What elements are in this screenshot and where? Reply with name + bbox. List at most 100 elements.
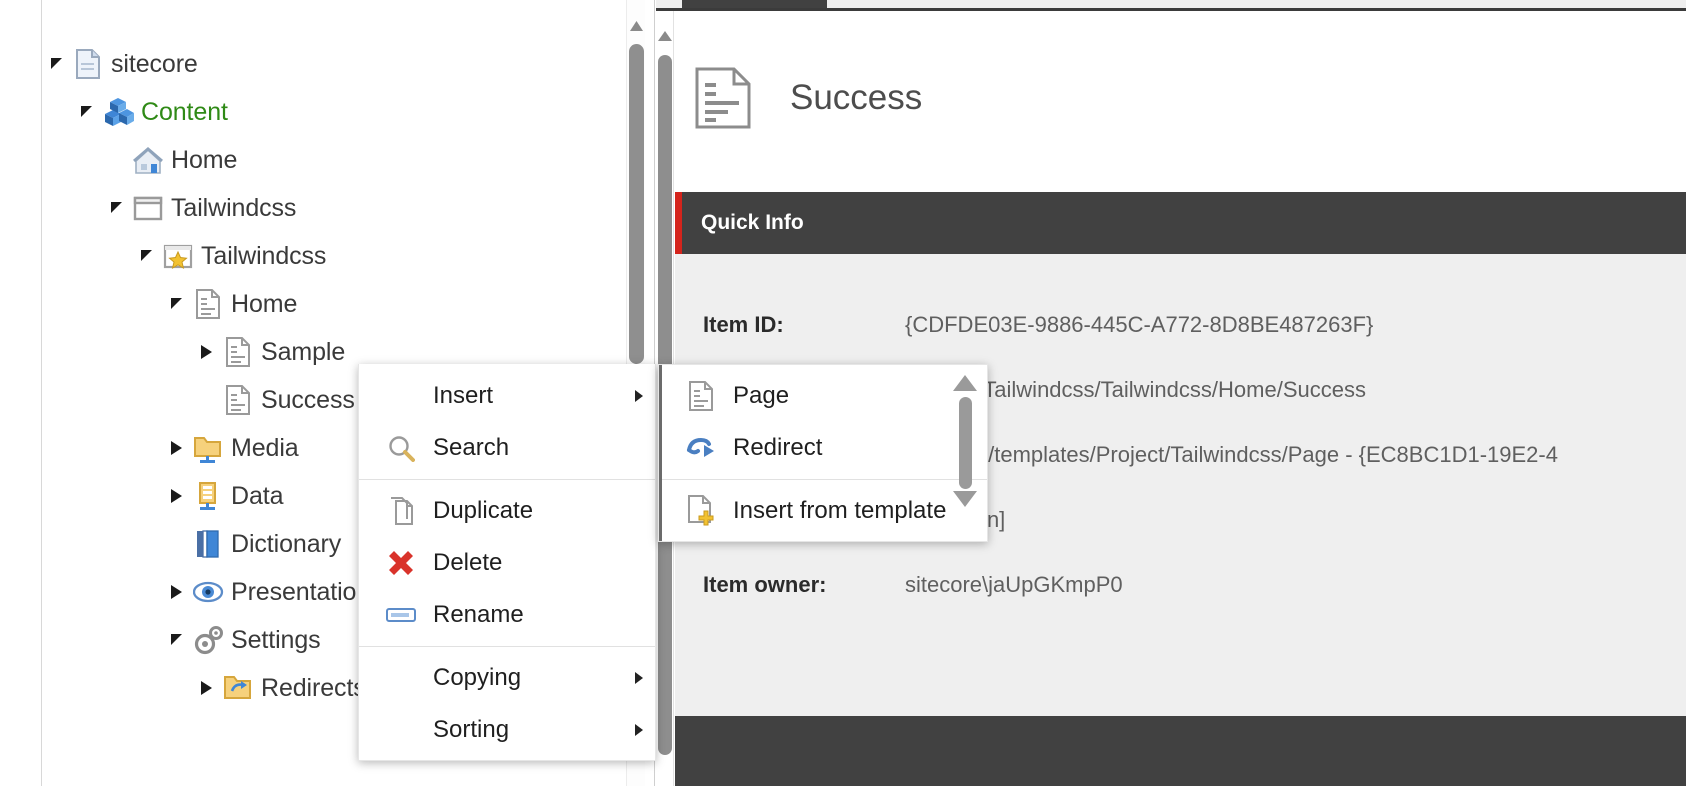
expander-collapse-icon[interactable] bbox=[101, 184, 131, 232]
rename-icon bbox=[379, 599, 423, 631]
dictionary-icon bbox=[191, 529, 225, 559]
context-menu-separator bbox=[359, 646, 655, 647]
insert-submenu-item-label: Redirect bbox=[733, 434, 822, 462]
tree-node-home[interactable]: Home bbox=[41, 136, 625, 184]
insert-template-icon bbox=[679, 495, 723, 527]
quick-info-value: sitecore\jaUpGKmpP0 bbox=[905, 572, 1123, 598]
context-menu-item-delete[interactable]: Delete bbox=[359, 537, 655, 589]
quick-info-row-item-owner: Item owner:sitecore\jaUpGKmpP0 bbox=[675, 572, 1686, 637]
editor-footer-bar bbox=[675, 716, 1686, 786]
page-icon bbox=[694, 67, 752, 129]
editor-scroll-up-arrow-icon[interactable] bbox=[657, 29, 673, 44]
tree-node-label[interactable]: sitecore bbox=[111, 50, 198, 79]
expander-expand-icon[interactable] bbox=[161, 424, 191, 472]
quick-info-label: Item owner: bbox=[703, 572, 905, 598]
site-window-icon bbox=[131, 193, 165, 223]
insert-submenu-item-redirect[interactable]: Redirect bbox=[659, 422, 987, 474]
tree-node-label[interactable]: Success bbox=[261, 386, 355, 415]
tree-node-label[interactable]: Home bbox=[171, 146, 237, 175]
tree-node-label[interactable]: Tailwindcss bbox=[201, 242, 326, 271]
insert-submenu-item-insert-from-template[interactable]: Insert from template bbox=[659, 485, 987, 537]
context-menu-item-search[interactable]: Search bbox=[359, 422, 655, 474]
context-menu-item-label: Sorting bbox=[433, 716, 509, 744]
insert-submenu-item-page[interactable]: Page bbox=[659, 370, 987, 422]
search-icon bbox=[379, 432, 423, 464]
submenu-chevron-right-icon bbox=[635, 390, 643, 402]
tree-node-label[interactable]: Redirects bbox=[261, 674, 366, 703]
context-menu-separator bbox=[359, 479, 655, 480]
quick-info-value: /sitecore/templates/Project/Tailwindcss/… bbox=[905, 442, 1558, 468]
tree-node-sitecore[interactable]: sitecore bbox=[41, 40, 625, 88]
star-window-icon bbox=[161, 241, 195, 271]
quick-info-section-header[interactable]: Quick Info bbox=[675, 192, 1686, 254]
scrollbar-thumb[interactable] bbox=[629, 44, 644, 364]
context-menu-item-insert[interactable]: Insert bbox=[359, 370, 655, 422]
tree-node-label[interactable]: Media bbox=[231, 434, 299, 463]
page-icon bbox=[221, 385, 255, 415]
tree-node-label[interactable]: Settings bbox=[231, 626, 321, 655]
media-folder-icon bbox=[191, 433, 225, 463]
expander-collapse-icon[interactable] bbox=[41, 40, 71, 88]
tree-node-label[interactable]: Dictionary bbox=[231, 530, 341, 559]
scroll-up-arrow-icon[interactable] bbox=[628, 18, 645, 35]
context-menu-item-label: Copying bbox=[433, 664, 521, 692]
tree-node-label[interactable]: Presentation bbox=[231, 578, 370, 607]
context-menu-item-label: Search bbox=[433, 434, 509, 462]
submenu-scroll-down-icon[interactable] bbox=[953, 491, 977, 507]
tree-node-label[interactable]: Home bbox=[231, 290, 297, 319]
expander-collapse-icon[interactable] bbox=[131, 232, 161, 280]
insert-submenu-item-label: Insert from template bbox=[733, 497, 946, 525]
expander-expand-icon[interactable] bbox=[161, 472, 191, 520]
submenu-chevron-right-icon bbox=[635, 672, 643, 684]
submenu-scrollbar-thumb[interactable] bbox=[959, 397, 972, 489]
tree-node-content[interactable]: Content bbox=[41, 88, 625, 136]
page-icon bbox=[221, 337, 255, 367]
submenu-scroll-up-icon[interactable] bbox=[953, 375, 977, 391]
presentation-eye-icon bbox=[191, 577, 225, 607]
redirect-arrow-icon bbox=[679, 432, 723, 464]
page-title: Success bbox=[790, 78, 922, 118]
menu-icon-placeholder bbox=[379, 380, 423, 412]
context-menu-item-sorting[interactable]: Sorting bbox=[359, 704, 655, 756]
tree-node-home[interactable]: Home bbox=[41, 280, 625, 328]
expander-collapse-icon[interactable] bbox=[161, 280, 191, 328]
tree-node-tailwindcss[interactable]: Tailwindcss bbox=[41, 184, 625, 232]
page-icon bbox=[191, 289, 225, 319]
context-menu-item-rename[interactable]: Rename bbox=[359, 589, 655, 641]
context-menu-item-label: Duplicate bbox=[433, 497, 533, 525]
home-icon bbox=[131, 145, 165, 175]
expander-expand-icon[interactable] bbox=[191, 664, 221, 712]
expander-placeholder bbox=[161, 520, 191, 568]
tree-node-label[interactable]: Sample bbox=[261, 338, 345, 367]
submenu-chevron-right-icon bbox=[635, 724, 643, 736]
tree-node-label[interactable]: Content bbox=[141, 98, 228, 127]
menu-icon-placeholder bbox=[379, 662, 423, 694]
data-icon bbox=[191, 481, 225, 511]
tree-node-label[interactable]: Tailwindcss bbox=[171, 194, 296, 223]
quick-info-label: Item ID: bbox=[703, 312, 905, 338]
tree-node-label[interactable]: Data bbox=[231, 482, 283, 511]
expander-placeholder bbox=[101, 136, 131, 184]
quick-info-title: Quick Info bbox=[682, 211, 804, 235]
duplicate-icon bbox=[379, 495, 423, 527]
insert-submenu[interactable]: Page Redirect Insert from template bbox=[658, 364, 988, 542]
expander-placeholder bbox=[191, 376, 221, 424]
delete-x-icon bbox=[379, 547, 423, 579]
quick-info-value: {CDFDE03E-9886-445C-A772-8D8BE487263F} bbox=[905, 312, 1373, 338]
sitecore-content-editor: sitecore Content Home Tailwindcss Tailwindcs… bbox=[0, 0, 1686, 786]
expander-expand-icon[interactable] bbox=[191, 328, 221, 376]
ribbon-tab-active[interactable] bbox=[682, 0, 827, 8]
context-menu-item-label: Delete bbox=[433, 549, 502, 577]
context-menu-item-copying[interactable]: Copying bbox=[359, 652, 655, 704]
expander-collapse-icon[interactable] bbox=[161, 616, 191, 664]
redirect-folder-icon bbox=[221, 673, 255, 703]
expander-expand-icon[interactable] bbox=[161, 568, 191, 616]
content-cubes-icon bbox=[101, 97, 135, 127]
context-menu[interactable]: Insert Search Duplicate Delete Rename Copying… bbox=[358, 364, 656, 761]
insert-submenu-separator bbox=[659, 479, 987, 480]
item-header: Success bbox=[675, 11, 1686, 184]
insert-submenu-item-label: Page bbox=[733, 382, 789, 410]
expander-collapse-icon[interactable] bbox=[71, 88, 101, 136]
tree-node-tailwindcss[interactable]: Tailwindcss bbox=[41, 232, 625, 280]
context-menu-item-duplicate[interactable]: Duplicate bbox=[359, 485, 655, 537]
